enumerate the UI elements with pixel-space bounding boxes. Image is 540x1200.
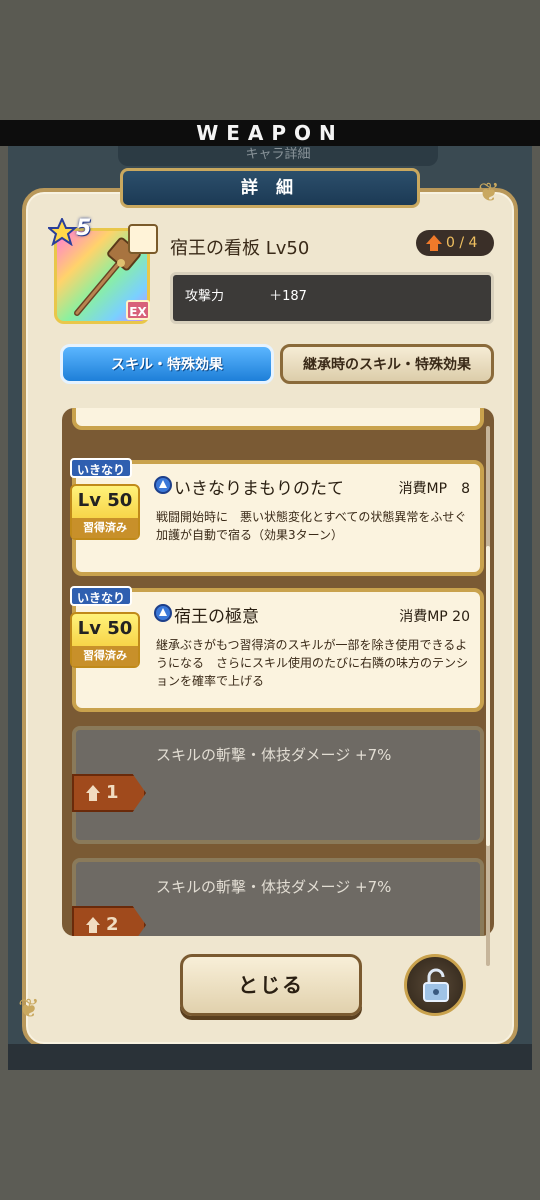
equipped-character-avatar <box>128 224 158 254</box>
upgrade-bonus-2[interactable]: スキルの斬撃・体技ダメージ +7% 2 <box>72 858 484 936</box>
skill-description: 継承ぶきがもつ習得済のスキルが一部を除き使用できるようになる さらにスキル使用の… <box>156 638 469 688</box>
bonus-text: スキルの斬撃・体技ダメージ +7% <box>156 878 392 896</box>
upgrade-count: 0 / 4 <box>446 235 478 251</box>
skill-mp-cost: 消費MP 8 <box>398 481 470 497</box>
skill-mp-cost: 消費MP 20 <box>399 609 470 625</box>
weapon-name: 宿王の看板 Lv50 <box>170 238 310 259</box>
lock-toggle-button[interactable] <box>404 954 466 1016</box>
skill-type-icon <box>154 476 172 494</box>
level-badge: Lv 50 習得済み <box>70 484 140 540</box>
upgrade-count-badge: 0 / 4 <box>416 230 494 256</box>
close-button[interactable]: とじる <box>180 954 362 1016</box>
scrollbar-thumb[interactable] <box>486 546 490 846</box>
game-area: キャラ詳細 ❦ ❦ ⚜ ⚜ 詳 細 5 EX 宿王の看板 Lv50 0 / 4 … <box>8 146 532 1070</box>
corner-ornament-icon: ❦ <box>478 178 500 208</box>
skill-type-icon <box>154 604 172 622</box>
skill-card-2[interactable]: いきなり Lv 50 習得済み 宿王の極意 消費MP 20 継承ぶきがもつ習得済… <box>70 586 484 712</box>
background-screen-title: キャラ詳細 <box>118 146 438 166</box>
ex-badge: EX <box>126 300 150 320</box>
attack-value: ＋187 <box>269 289 307 304</box>
upgrade-rank-tag: 2 <box>72 906 146 936</box>
rarity-number: 5 <box>76 216 92 241</box>
skill-description: 戦闘開始時に 悪い状態変化とすべての状態異常をふせぐ加護が自動で宿る（効果3ター… <box>156 510 467 542</box>
attack-label: 攻撃力 <box>185 289 225 304</box>
upgrade-rank-tag: 1 <box>72 774 146 812</box>
skill-tag: いきなり <box>70 586 132 606</box>
panel-title: 詳 細 <box>120 168 420 208</box>
skill-list[interactable]: いきなり Lv 50 習得済み いきなりまもりのたて 消費MP 8 戦闘開始時に… <box>62 408 494 936</box>
stat-box: 攻撃力 ＋187 <box>170 272 494 324</box>
bonus-text: スキルの斬撃・体技ダメージ +7% <box>156 746 392 764</box>
skill-card-1[interactable]: いきなり Lv 50 習得済み いきなりまもりのたて 消費MP 8 戦闘開始時に… <box>70 458 484 576</box>
upgrade-arrow-icon <box>86 917 100 925</box>
tab-inherit-skills[interactable]: 継承時のスキル・特殊効果 <box>280 344 494 384</box>
screen-top-background <box>0 0 540 120</box>
unlock-icon <box>423 968 449 1002</box>
weapon-banner: WEAPON <box>0 120 540 146</box>
bottom-nav-strip <box>8 1044 532 1070</box>
level-badge: Lv 50 習得済み <box>70 612 140 668</box>
skill-name: 宿王の極意 <box>174 607 259 627</box>
skill-name: いきなりまもりのたて <box>174 479 344 499</box>
skill-tag: いきなり <box>70 458 132 478</box>
corner-ornament-icon: ❦ <box>18 994 40 1024</box>
upgrade-arrow-icon <box>86 785 100 793</box>
list-item <box>72 408 484 430</box>
tab-skills-effects[interactable]: スキル・特殊効果 <box>60 344 274 384</box>
screen-bottom-background <box>0 1070 540 1200</box>
upgrade-bonus-1[interactable]: スキルの斬撃・体技ダメージ +7% 1 <box>72 726 484 844</box>
